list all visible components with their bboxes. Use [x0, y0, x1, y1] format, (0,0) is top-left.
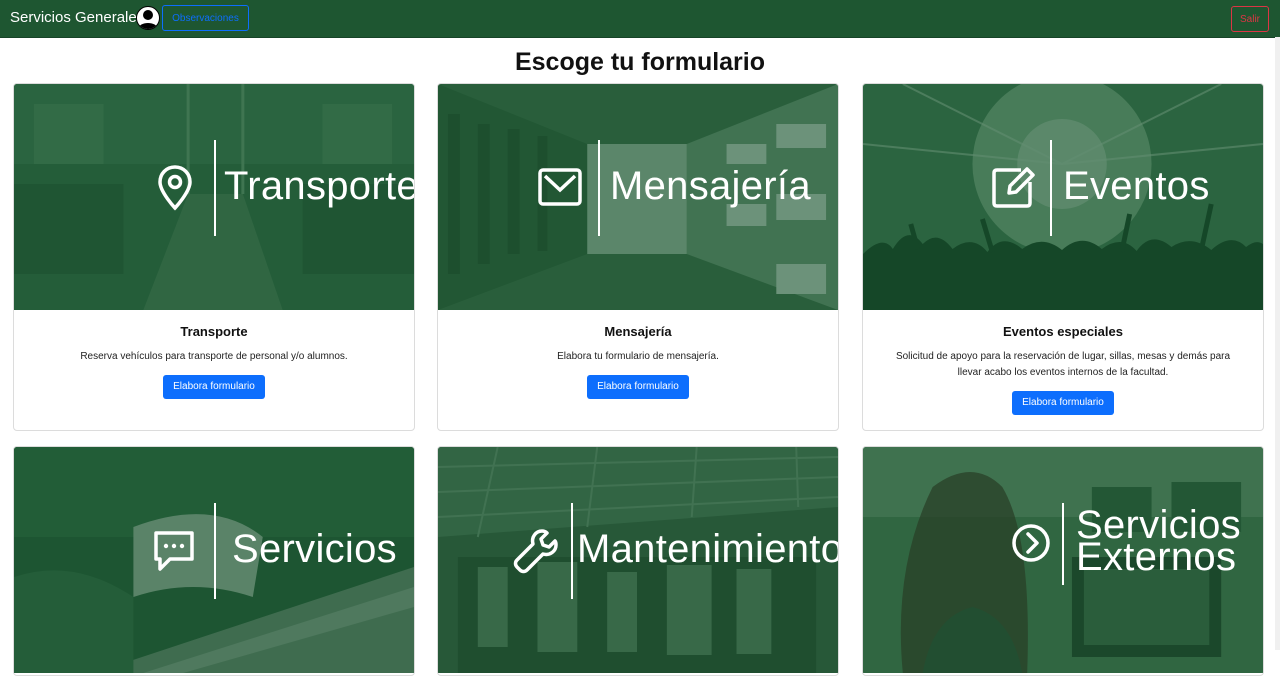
card-image-servicios-externos: Servicios Externos — [863, 447, 1263, 673]
card-title: Eventos especiales — [1003, 324, 1123, 339]
elabora-formulario-button[interactable]: Elabora formulario — [587, 375, 689, 399]
navbar: Servicios Generales Observaciones Salir — [0, 0, 1280, 38]
card-servicios: Servicios — [13, 446, 415, 676]
overlay-divider — [1050, 140, 1052, 236]
card-overlay: Servicios Externos — [863, 447, 1263, 673]
overlay-text: Transporte — [224, 164, 414, 208]
card-text: Elabora tu formulario de mensajería. — [557, 351, 719, 362]
card-title: Transporte — [180, 324, 248, 339]
card-body: Mensajería Elabora tu formulario de mens… — [438, 324, 838, 399]
card-overlay: Eventos — [863, 84, 1263, 310]
page-title: Escoge tu formulario — [514, 48, 766, 76]
card-image-mantenimiento: Mantenimiento — [438, 447, 838, 673]
card-body: Eventos especiales Solicitud de apoyo pa… — [863, 324, 1263, 415]
chat-bubble-icon — [154, 531, 194, 571]
overlay-divider — [571, 503, 573, 599]
brand-title[interactable]: Servicios Generales — [10, 9, 144, 26]
card-image-transporte: Transporte — [14, 84, 414, 310]
overlay-text: Eventos — [1063, 164, 1210, 208]
overlay-text: Mantenimiento — [577, 527, 838, 571]
observaciones-button[interactable]: Observaciones — [162, 5, 249, 31]
location-pin-icon — [158, 165, 192, 211]
card-overlay: Mensajería — [438, 84, 838, 310]
card-mantenimiento: Mantenimiento — [437, 446, 839, 676]
card-mensajeria: Mensajería Mensajería Elabora tu formula… — [437, 83, 839, 431]
card-eventos: Eventos Eventos especiales Solicitud de … — [862, 83, 1264, 431]
card-text: Reserva vehículos para transporte de per… — [80, 351, 348, 362]
card-overlay: Mantenimiento — [438, 447, 838, 673]
overlay-divider — [214, 140, 216, 236]
overlay-divider — [214, 503, 216, 599]
scrollbar[interactable] — [1275, 37, 1280, 650]
card-overlay: Transporte — [14, 84, 414, 310]
card-servicios-externos: Servicios Externos — [862, 446, 1264, 676]
card-overlay: Servicios — [14, 447, 414, 673]
card-image-eventos: Eventos — [863, 84, 1263, 310]
card-body: Transporte Reserva vehículos para transp… — [14, 324, 414, 399]
overlay-text: Mensajería — [610, 164, 811, 208]
overlay-text: Servicios — [232, 527, 397, 571]
card-transporte: Transporte Transporte Reserva vehículos … — [13, 83, 415, 431]
wrench-icon — [513, 529, 558, 574]
arrow-circle-icon — [1012, 524, 1050, 562]
overlay-divider — [598, 140, 600, 236]
user-icon — [138, 10, 158, 29]
card-image-mensajeria: Mensajería — [438, 84, 838, 310]
envelope-icon — [538, 168, 582, 206]
salir-button[interactable]: Salir — [1231, 6, 1269, 32]
card-title: Mensajería — [604, 324, 672, 339]
overlay-divider — [1062, 503, 1064, 585]
elabora-formulario-button[interactable]: Elabora formulario — [1012, 391, 1114, 415]
card-text: Solicitud de apoyo para la reservación d… — [895, 351, 1231, 378]
overlay-text-line2: Externos — [1076, 535, 1237, 579]
card-image-servicios: Servicios — [14, 447, 414, 673]
elabora-formulario-button[interactable]: Elabora formulario — [163, 375, 265, 399]
avatar[interactable] — [136, 6, 160, 30]
edit-square-icon — [992, 167, 1035, 208]
